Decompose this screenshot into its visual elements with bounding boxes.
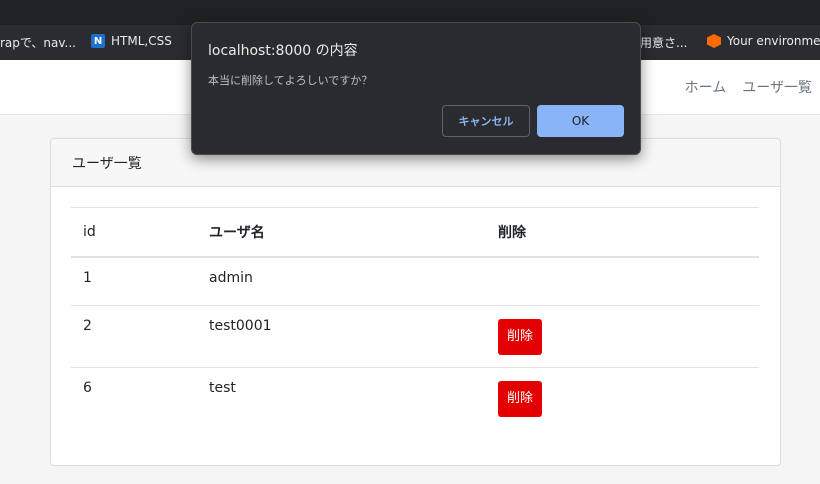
bookmark-label: 用意さ... — [640, 36, 688, 50]
cell-username: test — [209, 380, 236, 396]
notion-n-icon: N — [91, 34, 105, 48]
table-header-row: id ユーザ名 削除 — [71, 207, 759, 258]
cell-id: 6 — [83, 380, 92, 396]
cell-id: 2 — [71, 305, 197, 368]
header-username: ユーザ名 — [197, 207, 486, 258]
bookmark-item[interactable]: rapで、nav... — [0, 34, 76, 51]
table-row: 6 test 削除 — [71, 368, 759, 430]
cell-id: 1 — [71, 257, 197, 306]
nav-links: ホーム ユーザ一覧 — [685, 77, 812, 97]
header-delete: 削除 — [486, 207, 759, 258]
bookmark-label: Your environment — [727, 34, 820, 48]
cell-delete: 削除 — [486, 368, 759, 430]
user-list-card: ユーザ一覧 id ユーザ名 削除 1 admin 2 test0001 削除 6… — [50, 138, 781, 466]
table-row: 2 test0001 削除 — [71, 305, 759, 368]
bookmark-item[interactable]: Your environment — [707, 34, 820, 48]
cancel-button[interactable]: キャンセル — [442, 105, 530, 137]
nav-home-link[interactable]: ホーム — [685, 77, 727, 97]
user-table: id ユーザ名 削除 1 admin 2 test0001 削除 6 test — [71, 207, 759, 429]
dialog-title: localhost:8000 の内容 — [208, 43, 358, 59]
table-row: 1 admin — [71, 257, 759, 306]
cell-username: test0001 — [197, 305, 486, 368]
bookmark-label: rapで、nav... — [0, 36, 76, 50]
confirm-dialog: localhost:8000 の内容 本当に削除してよろしいですか？ キャンセル… — [191, 22, 641, 155]
ok-button[interactable]: OK — [537, 105, 624, 137]
cell-delete — [486, 257, 759, 306]
dialog-message: 本当に削除してよろしいですか？ — [208, 74, 373, 87]
bookmark-item[interactable]: N HTML,CSS — [91, 34, 172, 48]
bookmark-label: HTML,CSS — [111, 34, 172, 48]
header-id: id — [71, 207, 197, 258]
delete-button[interactable]: 削除 — [498, 319, 543, 355]
orange-hex-icon — [707, 34, 721, 48]
nav-users-link[interactable]: ユーザ一覧 — [742, 77, 812, 97]
cell-username: admin — [197, 257, 486, 306]
delete-button[interactable]: 削除 — [498, 381, 543, 417]
bookmark-item[interactable]: 用意さ... — [640, 34, 687, 51]
cell-delete: 削除 — [486, 305, 759, 368]
